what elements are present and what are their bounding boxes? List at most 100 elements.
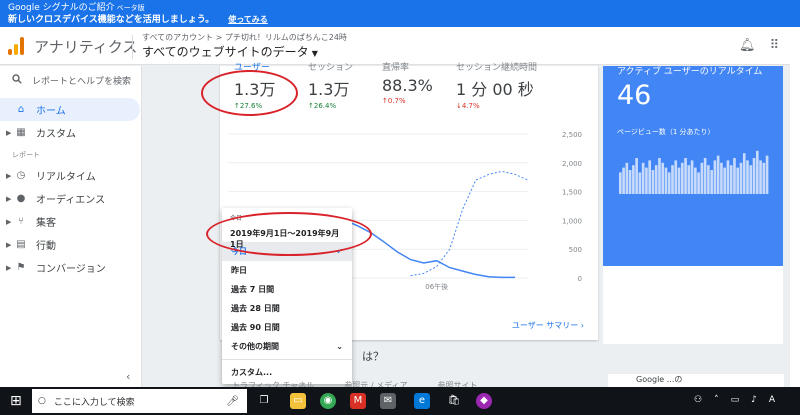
annotation-oval-users (201, 70, 298, 116)
home-icon: ⌂ (17, 104, 25, 115)
section-question: は？ (362, 350, 384, 363)
file-explorer-icon[interactable]: ▭ (290, 393, 306, 409)
system-tray: ⚇ ˄ ▭ ♪ A (694, 395, 775, 405)
reports-section-label: レポート (12, 151, 40, 159)
store-icon[interactable]: 🛍︎ (446, 393, 462, 409)
beta-badge: ベータ版 (116, 4, 145, 12)
taskbar-search-input[interactable]: ○ ここに入力して検索 🎤︎ (32, 389, 247, 413)
pageview-bar (638, 172, 642, 194)
chevron-up-icon[interactable]: ˄ (714, 395, 719, 405)
user-summary-link[interactable]: ユーザー サマリー › (512, 320, 584, 331)
sidebar-item-audience[interactable]: ▶ ● オーディエンス (0, 187, 142, 210)
annotation-oval-date-range (206, 212, 372, 256)
edge-icon[interactable]: e (414, 393, 430, 409)
x-tick-label: 06午後 (425, 282, 448, 291)
grid-icon: ▦ (16, 127, 26, 138)
pageview-bar (674, 160, 678, 194)
pageview-bar (625, 162, 629, 194)
y-tick-label: 500 (569, 246, 582, 254)
metric-bounce-rate[interactable]: 直帰率 88.3% ↑0.7% (382, 60, 433, 105)
pageview-bar (726, 160, 730, 194)
bell-icon[interactable]: 🔔︎ (739, 38, 756, 53)
pageview-bar (752, 158, 756, 194)
y-tick-label: 1,500 (562, 189, 582, 197)
pageview-bar (707, 165, 710, 194)
people-icon[interactable]: ⚇ (694, 395, 702, 405)
expand-arrow-icon: ▶ (6, 263, 12, 272)
collapse-sidebar-icon[interactable]: ‹ (126, 370, 130, 383)
pageview-bar (654, 165, 658, 194)
metric-session-duration[interactable]: セッション継続時間 1 分 00 秒 ↓4.7% (456, 60, 537, 110)
promo-banner: Google シグナルのご紹介 ベータ版 新しいクロスデバイス機能などを活用しまし… (0, 0, 800, 27)
right-edge (790, 27, 800, 387)
app-icon[interactable]: ◆ (476, 393, 492, 409)
expand-arrow-icon: ▶ (6, 171, 12, 180)
sidebar-item-acquisition[interactable]: ▶ ⑂ 集客 (0, 210, 142, 233)
windows-taskbar: ⊞ ○ ここに入力して検索 🎤︎ ❐ ▭ ◉ M ✉ e 🛍︎ ◆ ⚇ ˄ ▭ … (0, 387, 800, 415)
metric-sessions[interactable]: セッション 1.3万 ↑26.4% (308, 60, 353, 110)
y-tick-label: 2,000 (562, 160, 582, 168)
view-selector[interactable]: すべてのウェブサイトのデータ ▼ (142, 43, 318, 60)
date-option-90days[interactable]: 過去 90 日間 (222, 318, 352, 337)
expand-arrow-icon: ▶ (6, 217, 12, 226)
pageview-bar (671, 165, 674, 194)
sidebar: レポートとヘルプを検索 ⌂ ホーム ▶ ▦ カスタム レポート ▶ ◷ リアルタイム ▶ ●… (0, 66, 142, 387)
pageview-bar (723, 167, 727, 194)
pageview-bar (694, 167, 697, 194)
sidebar-item-custom[interactable]: ▶ ▦ カスタム (0, 121, 142, 144)
pageview-bar (641, 162, 645, 194)
y-tick-label: 2,500 (562, 131, 582, 139)
banner-line1: Google シグナルのご紹介 ベータ版 (8, 3, 145, 13)
realtime-title: アクティブ ユーザーのリアルタイム (617, 67, 763, 77)
pageview-bar (716, 155, 720, 194)
caret-down-icon: ▼ (311, 49, 318, 58)
header-divider (132, 35, 133, 59)
date-option-yesterday[interactable]: 昨日 (222, 261, 352, 280)
acquisition-icon: ⑂ (18, 216, 24, 227)
person-icon: ● (16, 193, 26, 204)
pageview-bar (765, 155, 769, 194)
pageview-bar (622, 167, 625, 194)
microphone-icon[interactable]: 🎤︎ (226, 396, 239, 407)
pageview-bar (687, 165, 691, 194)
expand-arrow-icon: ▶ (6, 194, 12, 203)
pageview-bar (749, 165, 753, 194)
mail-icon[interactable]: ✉ (380, 393, 396, 409)
date-option-28days[interactable]: 過去 28 日間 (222, 299, 352, 318)
apps-grid-icon[interactable]: ⠿ (770, 38, 780, 53)
chrome-icon[interactable]: ◉ (320, 393, 336, 409)
task-view-icon[interactable]: ❐ (256, 393, 272, 409)
flag-icon: ⚑ (16, 262, 26, 273)
sidebar-search[interactable]: レポートとヘルプを検索 (12, 74, 131, 87)
pageviews-bar-chart (619, 150, 769, 194)
pageview-bar (729, 165, 733, 194)
network-icon[interactable]: ▭ (731, 395, 740, 405)
pageview-bar (742, 153, 746, 194)
pageview-bar (648, 160, 652, 194)
date-option-7days[interactable]: 過去 7 日間 (222, 280, 352, 299)
realtime-card[interactable]: アクティブ ユーザーのリアルタイム 46 ページビュー数（1 分あたり） (603, 66, 783, 266)
breadcrumb[interactable]: すべてのアカウント > プチ切れ！リルムのぱちんこ24時 (142, 32, 347, 43)
pageview-bar (733, 158, 736, 194)
windows-start-icon[interactable]: ⊞ (10, 393, 22, 409)
pageview-bar (759, 160, 762, 194)
sidebar-item-behavior[interactable]: ▶ ▤ 行動 (0, 233, 142, 256)
pageview-bar (736, 167, 740, 194)
date-option-other[interactable]: その他の期間 ⌄ (222, 337, 352, 356)
pageview-bar (713, 160, 717, 194)
try-link[interactable]: 使ってみる (228, 15, 268, 24)
gmail-icon[interactable]: M (350, 393, 366, 409)
lower-right-card: Google ...の (608, 374, 784, 387)
expand-arrow-icon: ▶ (6, 240, 12, 249)
expand-arrow-icon: ▶ (6, 128, 12, 137)
volume-icon[interactable]: ♪ (751, 395, 757, 405)
analytics-logo (8, 37, 24, 55)
pageview-bar (635, 158, 638, 194)
pageview-bar (739, 162, 743, 194)
sidebar-item-home[interactable]: ⌂ ホーム (0, 98, 140, 121)
behavior-icon: ▤ (16, 239, 26, 250)
ime-indicator[interactable]: A (769, 395, 775, 405)
sidebar-item-realtime[interactable]: ▶ ◷ リアルタイム (0, 164, 142, 187)
pageview-bar (746, 160, 749, 194)
sidebar-item-conversions[interactable]: ▶ ⚑ コンバージョン (0, 256, 142, 279)
